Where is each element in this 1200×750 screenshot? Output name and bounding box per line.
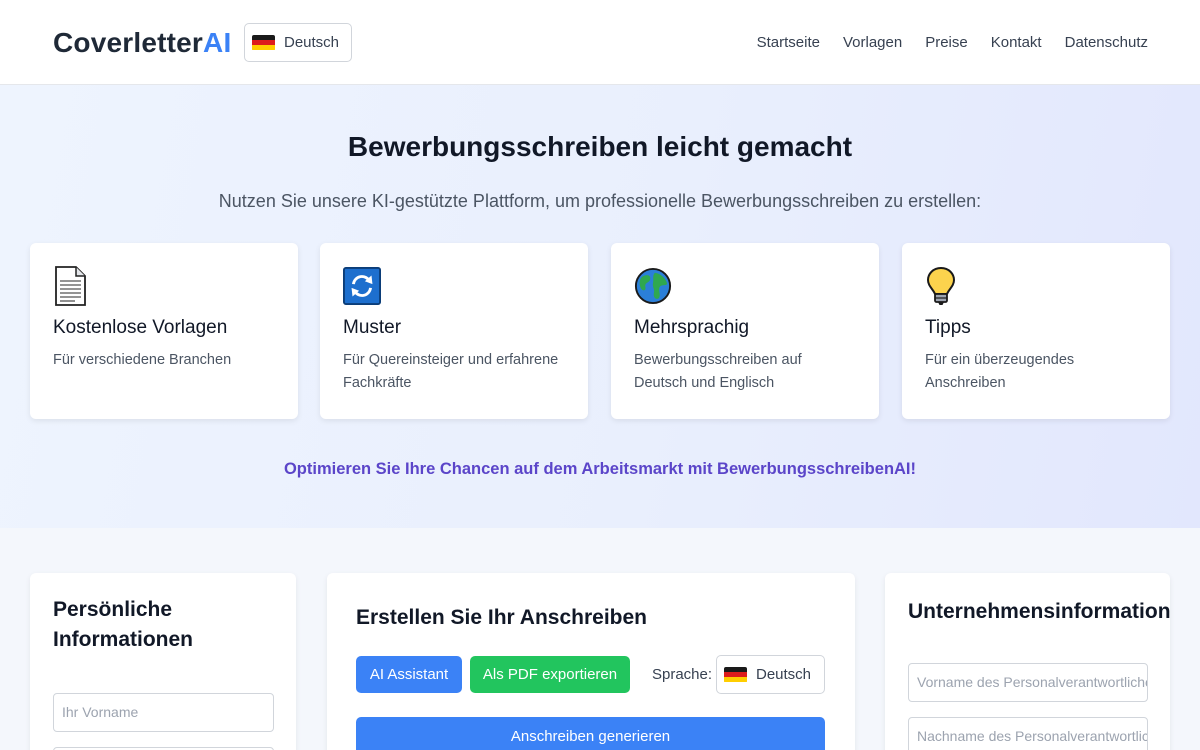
create-letter-panel: Erstellen Sie Ihr Anschreiben AI Assista…: [327, 573, 855, 750]
globe-icon: [634, 265, 672, 307]
logo[interactable]: CoverletterAI: [53, 27, 231, 59]
refresh-icon: [343, 265, 381, 307]
site-header: CoverletterAI Deutsch Startseite Vorlage…: [0, 0, 1200, 85]
company-info-panel: Unternehmensinformationen Vorname des Pe…: [885, 573, 1170, 750]
feature-card-tips: Tipps Für ein überzeugendes Anschreiben: [902, 243, 1170, 419]
german-flag-icon: [724, 666, 747, 683]
personal-info-title: Persönliche Informationen: [53, 598, 193, 651]
personal-info-panel: Persönliche Informationen Ihr Vorname: [30, 573, 296, 750]
hr-first-name-input[interactable]: Vorname des Personalverantwortlichen: [908, 663, 1148, 702]
feature-card-templates: Kostenlose Vorlagen Für verschiedene Bra…: [30, 243, 298, 419]
ai-assistant-button[interactable]: AI Assistant: [356, 656, 462, 693]
nav-vorlagen[interactable]: Vorlagen: [843, 34, 902, 51]
feature-title: Mehrsprachig: [634, 317, 750, 338]
company-info-title: Unternehmensinformationen: [908, 600, 1170, 623]
feature-title: Kostenlose Vorlagen: [53, 317, 228, 338]
letter-language-selector[interactable]: Deutsch: [716, 655, 825, 694]
letter-language-value: Deutsch: [756, 666, 812, 683]
export-pdf-button[interactable]: Als PDF exportieren: [470, 656, 630, 693]
hero-section: Bewerbungsschreiben leicht gemacht Nutze…: [0, 85, 1200, 528]
hr-last-name-input[interactable]: Nachname des Personalverantwortlichen: [908, 717, 1148, 750]
nav-preise[interactable]: Preise: [925, 34, 968, 51]
document-icon: [53, 265, 91, 307]
logo-text: Coverletter: [53, 27, 204, 58]
language-label: Deutsch: [284, 34, 340, 51]
feature-desc: Für ein überzeugendes Anschreiben: [925, 352, 1075, 391]
feature-title: Tipps: [925, 317, 971, 338]
feature-title: Muster: [343, 317, 402, 338]
language-label: Sprache:: [652, 666, 713, 683]
nav-kontakt[interactable]: Kontakt: [991, 34, 1042, 51]
logo-accent: AI: [203, 27, 232, 58]
generate-letter-button[interactable]: Anschreiben generieren: [356, 717, 825, 750]
first-name-input[interactable]: Ihr Vorname: [53, 693, 274, 732]
hero-title: Bewerbungsschreiben leicht gemacht: [347, 131, 853, 162]
nav-datenschutz[interactable]: Datenschutz: [1065, 34, 1148, 51]
nav-startseite[interactable]: Startseite: [757, 34, 820, 51]
language-selector[interactable]: Deutsch: [244, 23, 352, 62]
feature-desc: Für verschiedene Branchen: [53, 352, 232, 368]
main-nav: Startseite Vorlagen Preise Kontakt Daten…: [757, 34, 1148, 51]
feature-card-multilingual: Mehrsprachig Bewerbungsschreiben auf Deu…: [611, 243, 879, 419]
lightbulb-icon: [925, 265, 963, 307]
create-letter-title: Erstellen Sie Ihr Anschreiben: [356, 606, 647, 629]
hero-tagline: Optimieren Sie Ihre Chancen auf dem Arbe…: [283, 460, 917, 478]
feature-desc: Bewerbungsschreiben auf Deutsch und Engl…: [634, 352, 802, 391]
feature-card-samples: Muster Für Quereinsteiger und erfahrene …: [320, 243, 588, 419]
hero-subtitle: Nutzen Sie unsere KI-gestützte Plattform…: [218, 191, 982, 211]
german-flag-icon: [252, 34, 275, 51]
feature-desc: Für Quereinsteiger und erfahrene Fachkrä…: [343, 352, 559, 391]
